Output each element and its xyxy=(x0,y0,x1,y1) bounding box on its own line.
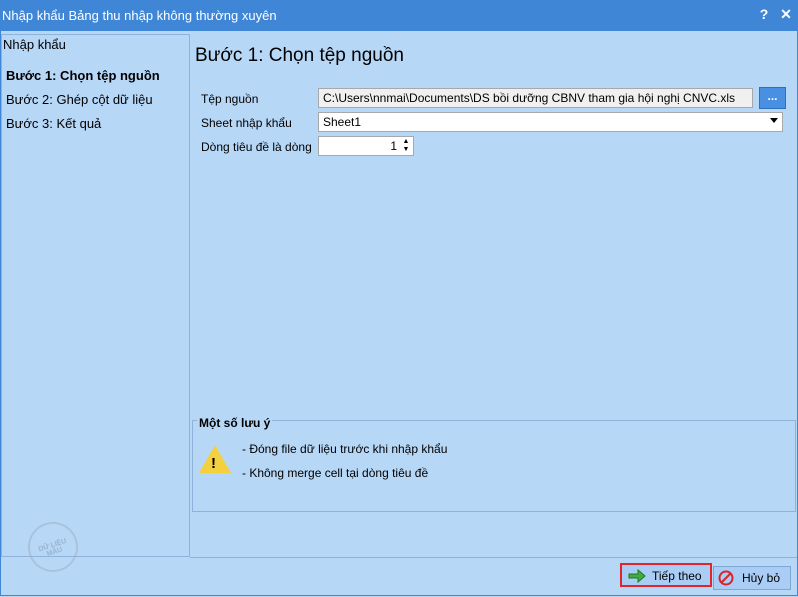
sheet-select[interactable]: Sheet1 xyxy=(318,112,783,132)
source-file-label: Tệp nguồn xyxy=(201,92,259,106)
sheet-select-value: Sheet1 xyxy=(323,115,362,129)
next-button[interactable]: Tiếp theo xyxy=(620,563,712,587)
next-button-label: Tiếp theo xyxy=(652,569,702,583)
title-bar: Nhập khẩu Bảng thu nhập không thường xuy… xyxy=(0,0,798,31)
close-icon[interactable]: ✕ xyxy=(778,6,794,24)
window-title: Nhập khẩu Bảng thu nhập không thường xuy… xyxy=(2,8,277,23)
footer-divider xyxy=(190,557,797,558)
warning-icon-mark: ! xyxy=(211,455,216,472)
sidebar-item-step-3[interactable]: Bước 3: Kết quả xyxy=(6,116,101,131)
help-icon[interactable]: ? xyxy=(756,6,772,24)
step-sidebar: Nhập khẩu Bước 1: Chọn tệp nguồn Bước 2:… xyxy=(1,34,190,557)
header-row-label: Dòng tiêu đề là dòng xyxy=(201,140,312,154)
cancel-icon xyxy=(718,570,734,586)
chevron-down-icon[interactable] xyxy=(770,118,778,123)
notes-title: Một số lưu ý xyxy=(197,416,273,430)
spin-arrows-icon[interactable]: ▲ ▼ xyxy=(402,138,410,154)
cancel-button[interactable]: Hủy bỏ xyxy=(713,566,791,590)
arrow-right-icon xyxy=(628,568,646,584)
sidebar-item-step-2[interactable]: Bước 2: Ghép cột dữ liệu xyxy=(6,92,153,107)
sidebar-header: Nhập khẩu xyxy=(3,37,66,52)
header-row-value: 1 xyxy=(390,139,397,153)
sidebar-item-step-1[interactable]: Bước 1: Chọn tệp nguồn xyxy=(6,68,160,83)
page-title: Bước 1: Chọn tệp nguồn xyxy=(195,45,404,66)
cancel-button-label: Hủy bỏ xyxy=(742,571,781,585)
header-row-stepper[interactable]: 1 ▲ ▼ xyxy=(318,136,414,156)
browse-button[interactable]: ... xyxy=(759,87,786,109)
notes-panel: Một số lưu ý ! - Đóng file dữ liệu trước… xyxy=(192,416,796,512)
sheet-label: Sheet nhập khẩu xyxy=(201,116,292,130)
note-item: - Không merge cell tại dòng tiêu đề xyxy=(242,466,429,480)
source-file-input[interactable]: C:\Users\nnmai\Documents\DS bồi dưỡng CB… xyxy=(318,88,753,108)
note-item: - Đóng file dữ liệu trước khi nhập khẩu xyxy=(242,442,448,456)
